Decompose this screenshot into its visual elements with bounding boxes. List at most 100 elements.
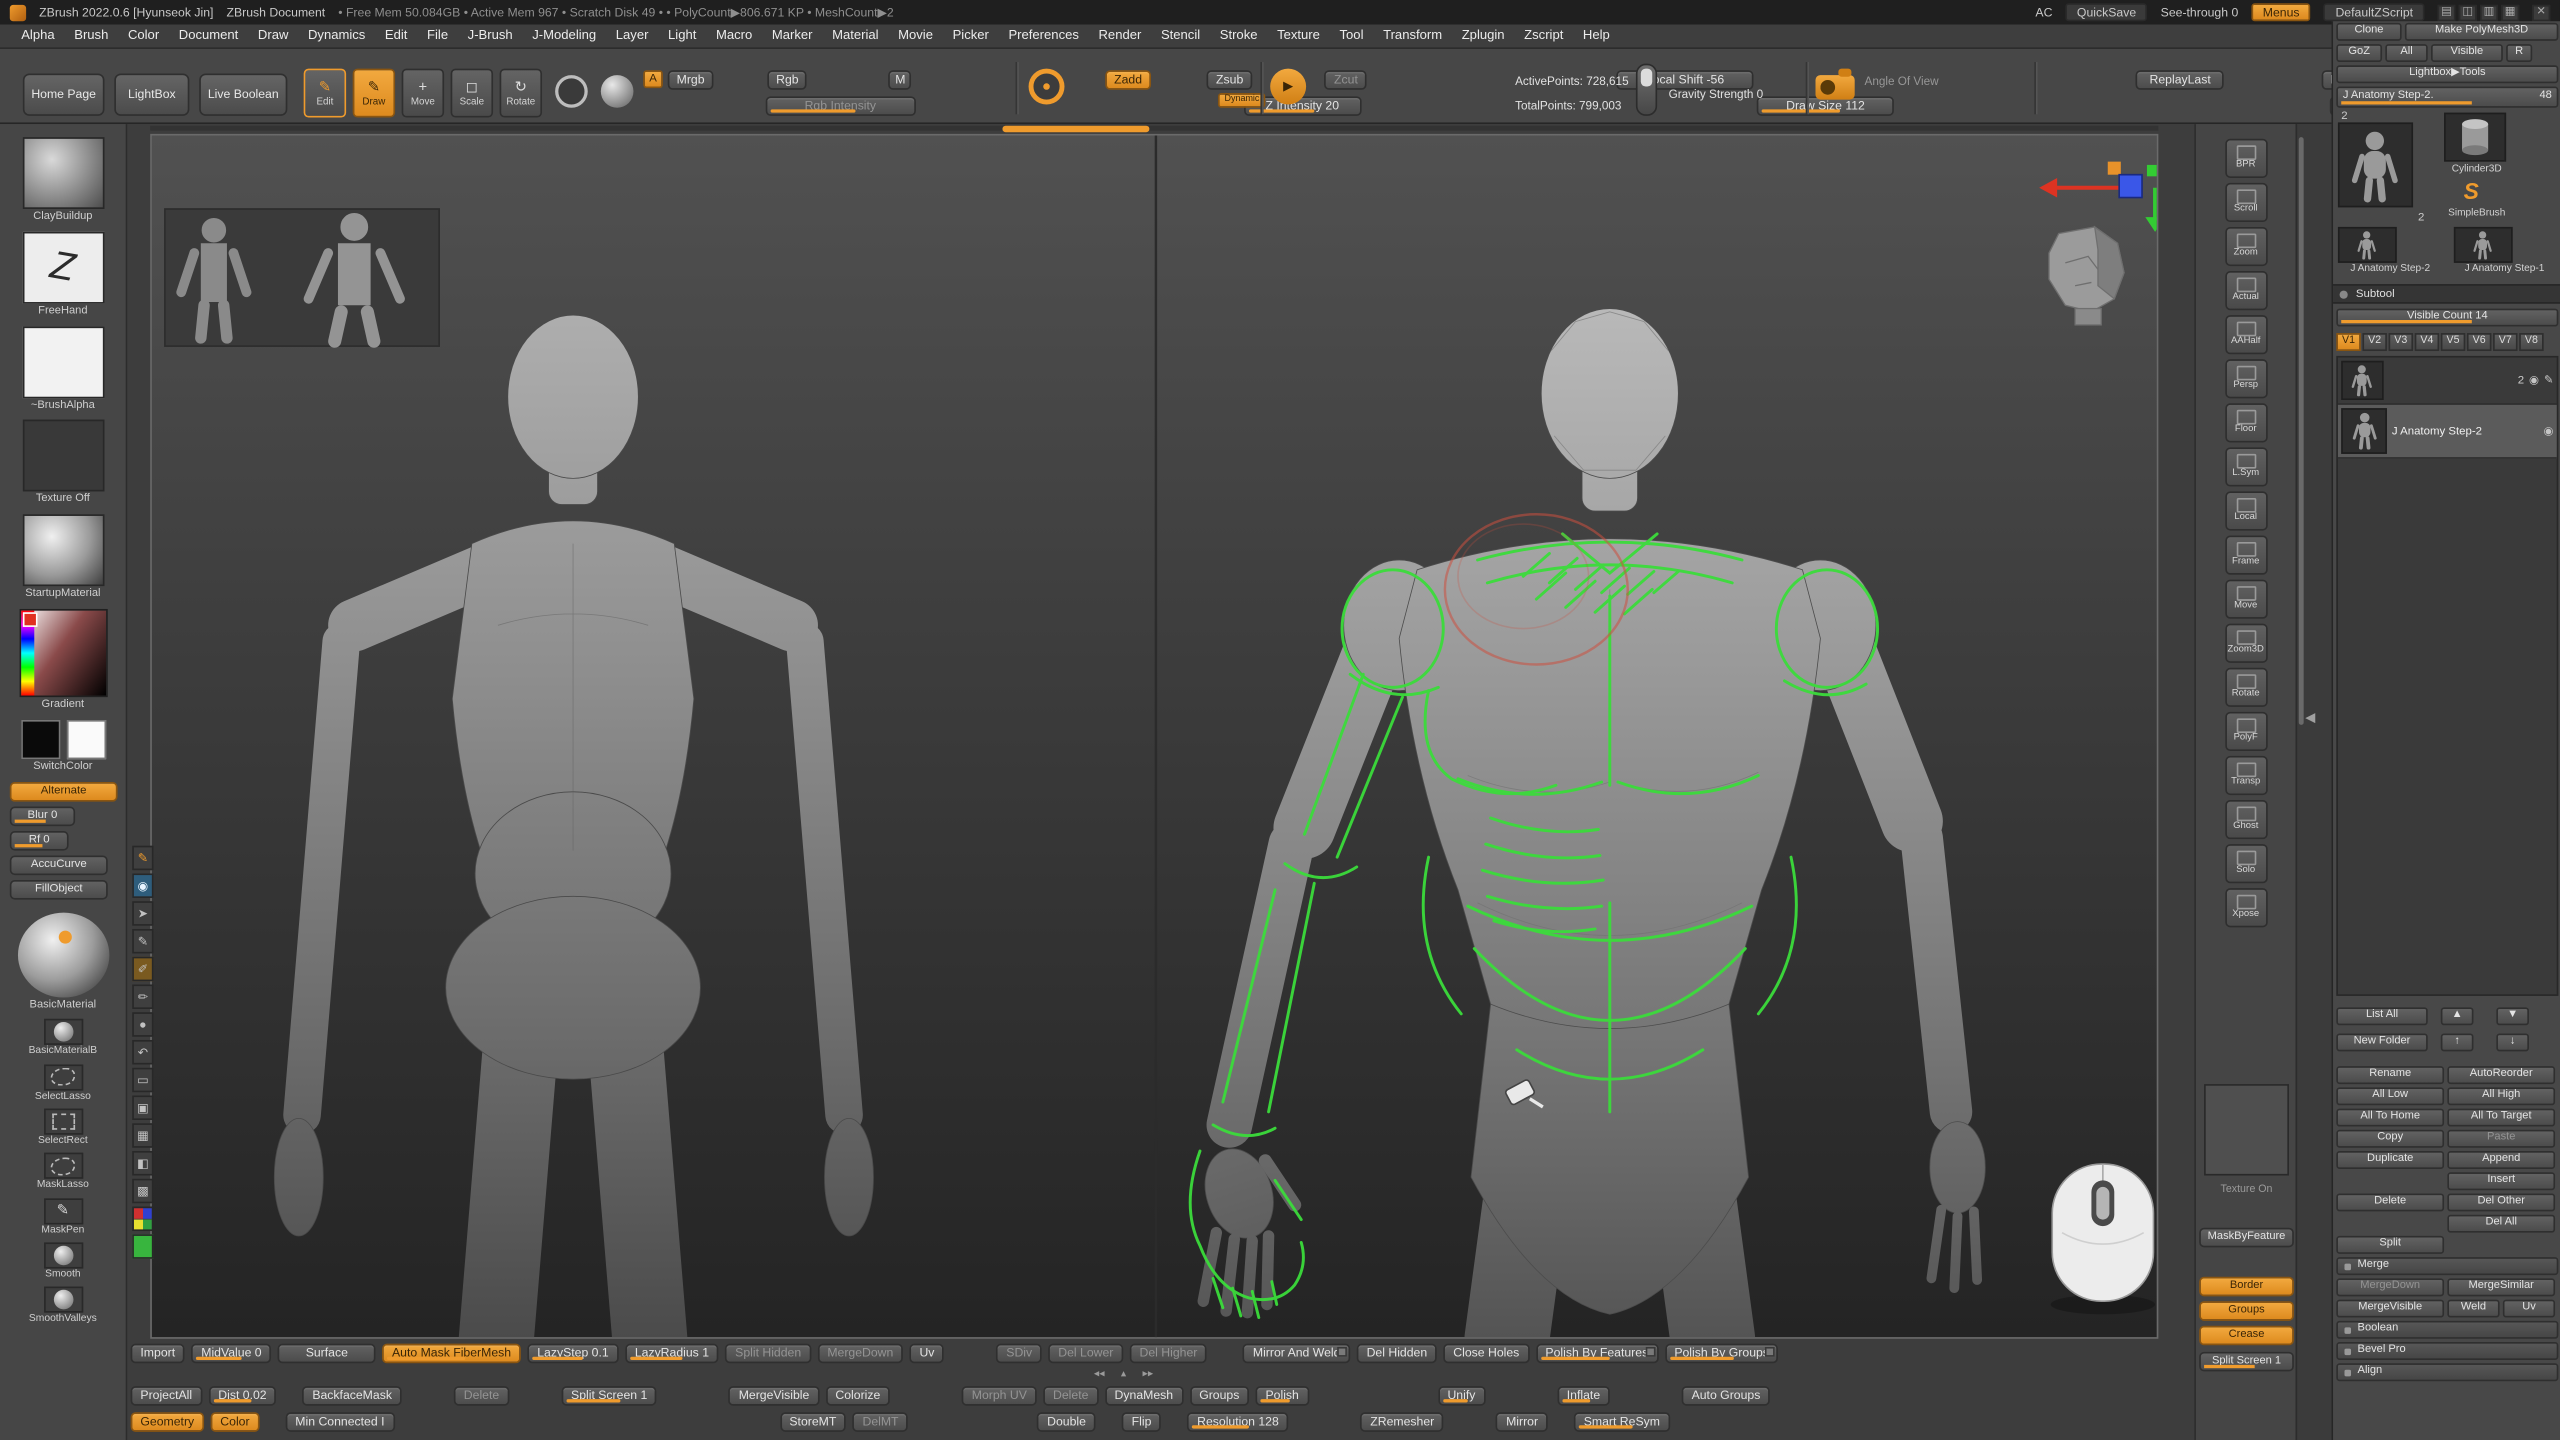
green-swatch-icon[interactable] [132, 1234, 153, 1258]
palette-button[interactable]: Color [211, 1412, 260, 1432]
visible-count-slider[interactable]: Visible Count 14 [2336, 309, 2558, 327]
menu-item[interactable]: Layer [608, 29, 657, 42]
visibility-tab[interactable]: V5 [2441, 333, 2465, 351]
border-button[interactable]: Border [2199, 1277, 2294, 1297]
subtool-action-button[interactable]: MergeSimilar [2447, 1278, 2555, 1296]
subtool-action-button[interactable]: Del All [2447, 1215, 2555, 1233]
goz-button[interactable]: GoZ [2336, 44, 2382, 62]
subtool-action-button[interactable]: Append [2447, 1151, 2555, 1169]
tray-thumbnail[interactable] [22, 326, 104, 398]
subtool-action-button[interactable]: MergeVisible [2336, 1300, 2444, 1318]
right-shelf-button[interactable]: Persp [2224, 359, 2266, 398]
right-shelf-button[interactable]: L.Sym [2224, 447, 2266, 486]
right-shelf-button[interactable]: Actual [2224, 271, 2266, 310]
side-tool-icon[interactable] [43, 1198, 82, 1224]
focal-shift-icon[interactable] [1029, 69, 1065, 105]
subtool-action-button[interactable]: Bevel Pro [2336, 1342, 2558, 1360]
rgb-button[interactable]: Rgb [768, 70, 807, 90]
subtool-action-button[interactable]: Boolean [2336, 1321, 2558, 1339]
side-tool-icon[interactable] [43, 1153, 82, 1179]
subtool-section-header[interactable]: Subtool [2333, 284, 2560, 304]
right-shelf-button[interactable]: Local [2224, 491, 2266, 530]
subtool-action-button[interactable]: Split [2336, 1236, 2444, 1254]
mannequin-right-figure[interactable] [1194, 309, 1985, 1339]
image-icon[interactable]: ▦ [132, 1123, 153, 1147]
simplebrush-icon[interactable]: S [2464, 180, 2479, 203]
palette-button[interactable]: Close Holes [1443, 1344, 1529, 1364]
right-shelf-button[interactable]: Floor [2224, 403, 2266, 442]
mrgb-button[interactable]: Mrgb [668, 70, 714, 90]
palette-button[interactable]: Polish By Groups [1665, 1344, 1779, 1364]
palette-button[interactable]: ProjectAll [131, 1386, 202, 1406]
right-shelf-button[interactable]: Solo [2224, 844, 2266, 883]
menu-item[interactable]: File [419, 29, 456, 42]
palette-button[interactable]: Uv [910, 1344, 945, 1364]
menu-item[interactable]: Light [660, 29, 705, 42]
new-folder-button[interactable]: New Folder [2336, 1033, 2427, 1051]
menu-item[interactable]: Render [1090, 29, 1149, 42]
menu-item[interactable]: Color [120, 29, 168, 42]
subtool-action-button[interactable]: Duplicate [2336, 1151, 2444, 1169]
folder-up-icon[interactable]: ↑ [2441, 1033, 2474, 1051]
palette-button[interactable]: Colorize [826, 1386, 891, 1406]
visibility-tab[interactable]: V7 [2493, 333, 2517, 351]
side-tool-icon[interactable] [43, 1064, 82, 1090]
right-shelf-button[interactable]: AAHalf [2224, 315, 2266, 354]
titlebar-window-icon[interactable]: ▤ [2438, 4, 2456, 20]
visibility-tab[interactable]: V6 [2467, 333, 2491, 351]
lightbox-button[interactable]: LightBox [114, 73, 189, 115]
menu-item[interactable]: Alpha [13, 29, 63, 42]
right-shelf-button[interactable]: Zoom3D [2224, 624, 2266, 663]
menu-item[interactable]: Edit [377, 29, 416, 42]
menus-button[interactable]: Menus [2251, 3, 2311, 21]
knife-icon[interactable]: ✐ [132, 957, 153, 981]
subtool-action-button[interactable]: All High [2447, 1087, 2555, 1105]
menu-item[interactable]: Movie [890, 29, 941, 42]
m-button[interactable]: M [889, 70, 912, 90]
mannequin-left-figure[interactable] [274, 315, 873, 1339]
subtool-action-button[interactable]: Insert [2447, 1172, 2555, 1190]
subtool-action-button[interactable]: Paste [2447, 1130, 2555, 1148]
edit-button[interactable]: ✎ Edit [304, 69, 346, 118]
pencil-icon[interactable]: ✏ [132, 984, 153, 1008]
cylinder3d-thumbnail[interactable] [2444, 113, 2506, 162]
palette-button[interactable]: Delete [454, 1386, 509, 1406]
secondary-color-swatch[interactable] [66, 720, 105, 759]
side-tool-icon[interactable] [43, 1109, 82, 1135]
right-shelf-button[interactable]: PolyF [2224, 712, 2266, 751]
menu-item[interactable]: Zscript [1516, 29, 1572, 42]
basic-material-sphere[interactable] [17, 912, 108, 997]
right-shelf-button[interactable]: Scroll [2224, 183, 2266, 222]
crease-button[interactable]: Crease [2199, 1326, 2294, 1346]
vertical-scroll-thumb[interactable] [2299, 137, 2304, 725]
stroke-picker-icon[interactable] [555, 75, 588, 108]
camera-icon[interactable] [1816, 75, 1855, 99]
groups-button[interactable]: Groups [2199, 1301, 2294, 1321]
side-tool-icon[interactable] [43, 1287, 82, 1313]
right-shelf-button[interactable]: Move [2224, 580, 2266, 619]
menu-item[interactable]: Macro [708, 29, 761, 42]
axis-gizmo[interactable] [2039, 162, 2158, 232]
titlebar-window-icon[interactable]: ▥ [2480, 4, 2498, 20]
rf-slider[interactable]: Rf 0 [10, 830, 69, 850]
visibility-tab[interactable]: V3 [2389, 333, 2413, 351]
tray-thumbnail[interactable] [22, 232, 104, 304]
palette-button[interactable]: Polish [1256, 1386, 1309, 1406]
subtool-item-selected[interactable]: J Anatomy Step-2 ◉ [2338, 405, 2557, 459]
palette-button[interactable]: MergeDown [818, 1344, 904, 1364]
rotate-button[interactable]: ↻ Rotate [500, 69, 542, 118]
menu-item[interactable]: Stroke [1212, 29, 1266, 42]
menu-item[interactable]: Zplugin [1454, 29, 1513, 42]
accucurve-button[interactable]: AccuCurve [10, 855, 108, 875]
palette-button[interactable]: Geometry [131, 1412, 204, 1432]
menu-item[interactable]: Stencil [1153, 29, 1209, 42]
mask-by-feature-button[interactable]: MaskByFeature [2199, 1228, 2294, 1248]
brush-icon[interactable]: ✎ [132, 929, 153, 953]
subtool-action-button[interactable]: Uv [2503, 1300, 2555, 1318]
titlebar-window-icon[interactable]: ◫ [2459, 4, 2477, 20]
palette-button[interactable]: ZRemesher [1360, 1412, 1444, 1432]
menu-item[interactable]: Marker [764, 29, 821, 42]
menu-item[interactable]: Draw [250, 29, 297, 42]
tray-thumbnail[interactable] [22, 420, 104, 492]
switch-color-swatches[interactable] [0, 720, 126, 759]
